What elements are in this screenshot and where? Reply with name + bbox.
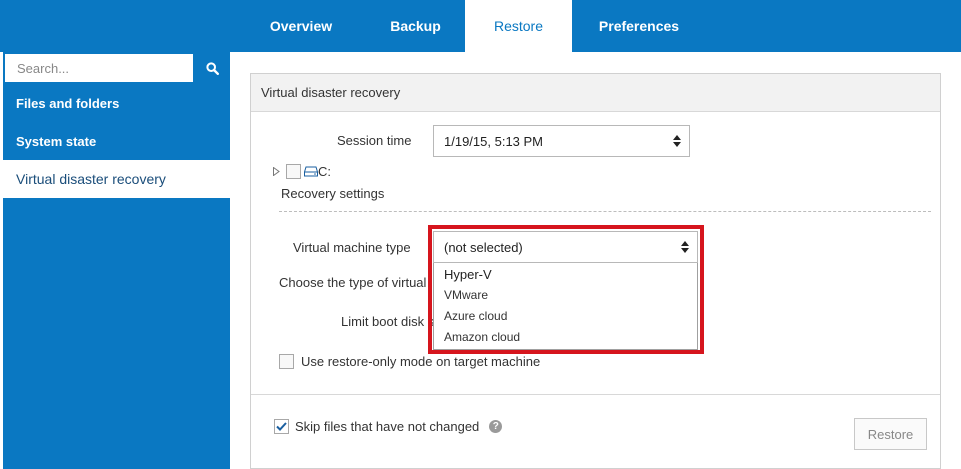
session-time-select[interactable]: 1/19/15, 5:13 PM bbox=[433, 125, 690, 157]
tab-restore[interactable]: Restore bbox=[465, 0, 572, 52]
hard-drive-icon bbox=[304, 166, 318, 176]
option-azure-cloud[interactable]: Azure cloud bbox=[444, 309, 507, 323]
updown-arrows-icon bbox=[673, 135, 681, 147]
skip-files-row: Skip files that have not changed ? bbox=[274, 419, 503, 434]
choose-type-label: Choose the type of virtual bbox=[279, 275, 427, 290]
option-hyper-v[interactable]: Hyper-V bbox=[444, 267, 492, 282]
session-time-label: Session time bbox=[337, 133, 412, 148]
vm-type-dropdown-list: Hyper-V VMware Azure cloud Amazon cloud bbox=[433, 263, 698, 350]
search-icon bbox=[206, 61, 219, 75]
checkmark-icon bbox=[276, 422, 287, 431]
top-navigation-bar: Overview Backup Restore Preferences bbox=[0, 0, 961, 52]
vm-type-select[interactable]: (not selected) bbox=[433, 231, 698, 263]
skip-files-checkbox[interactable] bbox=[274, 419, 289, 434]
drive-label: C: bbox=[318, 163, 331, 179]
drive-tree-row: C: bbox=[273, 162, 331, 180]
session-time-value: 1/19/15, 5:13 PM bbox=[444, 133, 544, 149]
limit-boot-disk-label: Limit boot disk s bbox=[341, 314, 435, 329]
search-row bbox=[3, 52, 230, 84]
option-vmware[interactable]: VMware bbox=[444, 288, 488, 302]
panel-footer: Skip files that have not changed ? Resto… bbox=[251, 394, 940, 468]
restore-only-label: Use restore-only mode on target machine bbox=[301, 354, 541, 369]
sidebar-item-system-state[interactable]: System state bbox=[3, 122, 230, 160]
vm-type-label: Virtual machine type bbox=[293, 240, 411, 255]
restore-only-row: Use restore-only mode on target machine bbox=[279, 354, 540, 369]
sidebar-item-virtual-disaster-recovery[interactable]: Virtual disaster recovery bbox=[3, 160, 230, 198]
restore-only-checkbox[interactable] bbox=[279, 354, 294, 369]
sidebar: Files and folders System state Virtual d… bbox=[3, 52, 230, 469]
restore-button[interactable]: Restore bbox=[854, 418, 927, 450]
option-amazon-cloud[interactable]: Amazon cloud bbox=[444, 330, 520, 344]
recovery-settings-heading: Recovery settings bbox=[281, 186, 385, 201]
sidebar-filler bbox=[3, 198, 230, 469]
search-input[interactable] bbox=[5, 54, 193, 82]
section-divider bbox=[279, 211, 931, 212]
vm-type-value: (not selected) bbox=[444, 239, 523, 255]
drive-checkbox[interactable] bbox=[286, 163, 301, 179]
tab-preferences[interactable]: Preferences bbox=[572, 0, 706, 52]
tab-backup[interactable]: Backup bbox=[366, 0, 465, 52]
search-button[interactable] bbox=[195, 52, 230, 84]
help-icon[interactable]: ? bbox=[489, 420, 503, 433]
sidebar-item-files-and-folders[interactable]: Files and folders bbox=[3, 84, 230, 122]
panel-title: Virtual disaster recovery bbox=[251, 74, 940, 112]
tab-overview[interactable]: Overview bbox=[236, 0, 366, 52]
updown-arrows-icon bbox=[681, 241, 689, 253]
expand-arrow-icon[interactable] bbox=[273, 166, 280, 176]
skip-files-label: Skip files that have not changed bbox=[295, 419, 480, 434]
restore-panel: Virtual disaster recovery Session time 1… bbox=[250, 73, 941, 469]
